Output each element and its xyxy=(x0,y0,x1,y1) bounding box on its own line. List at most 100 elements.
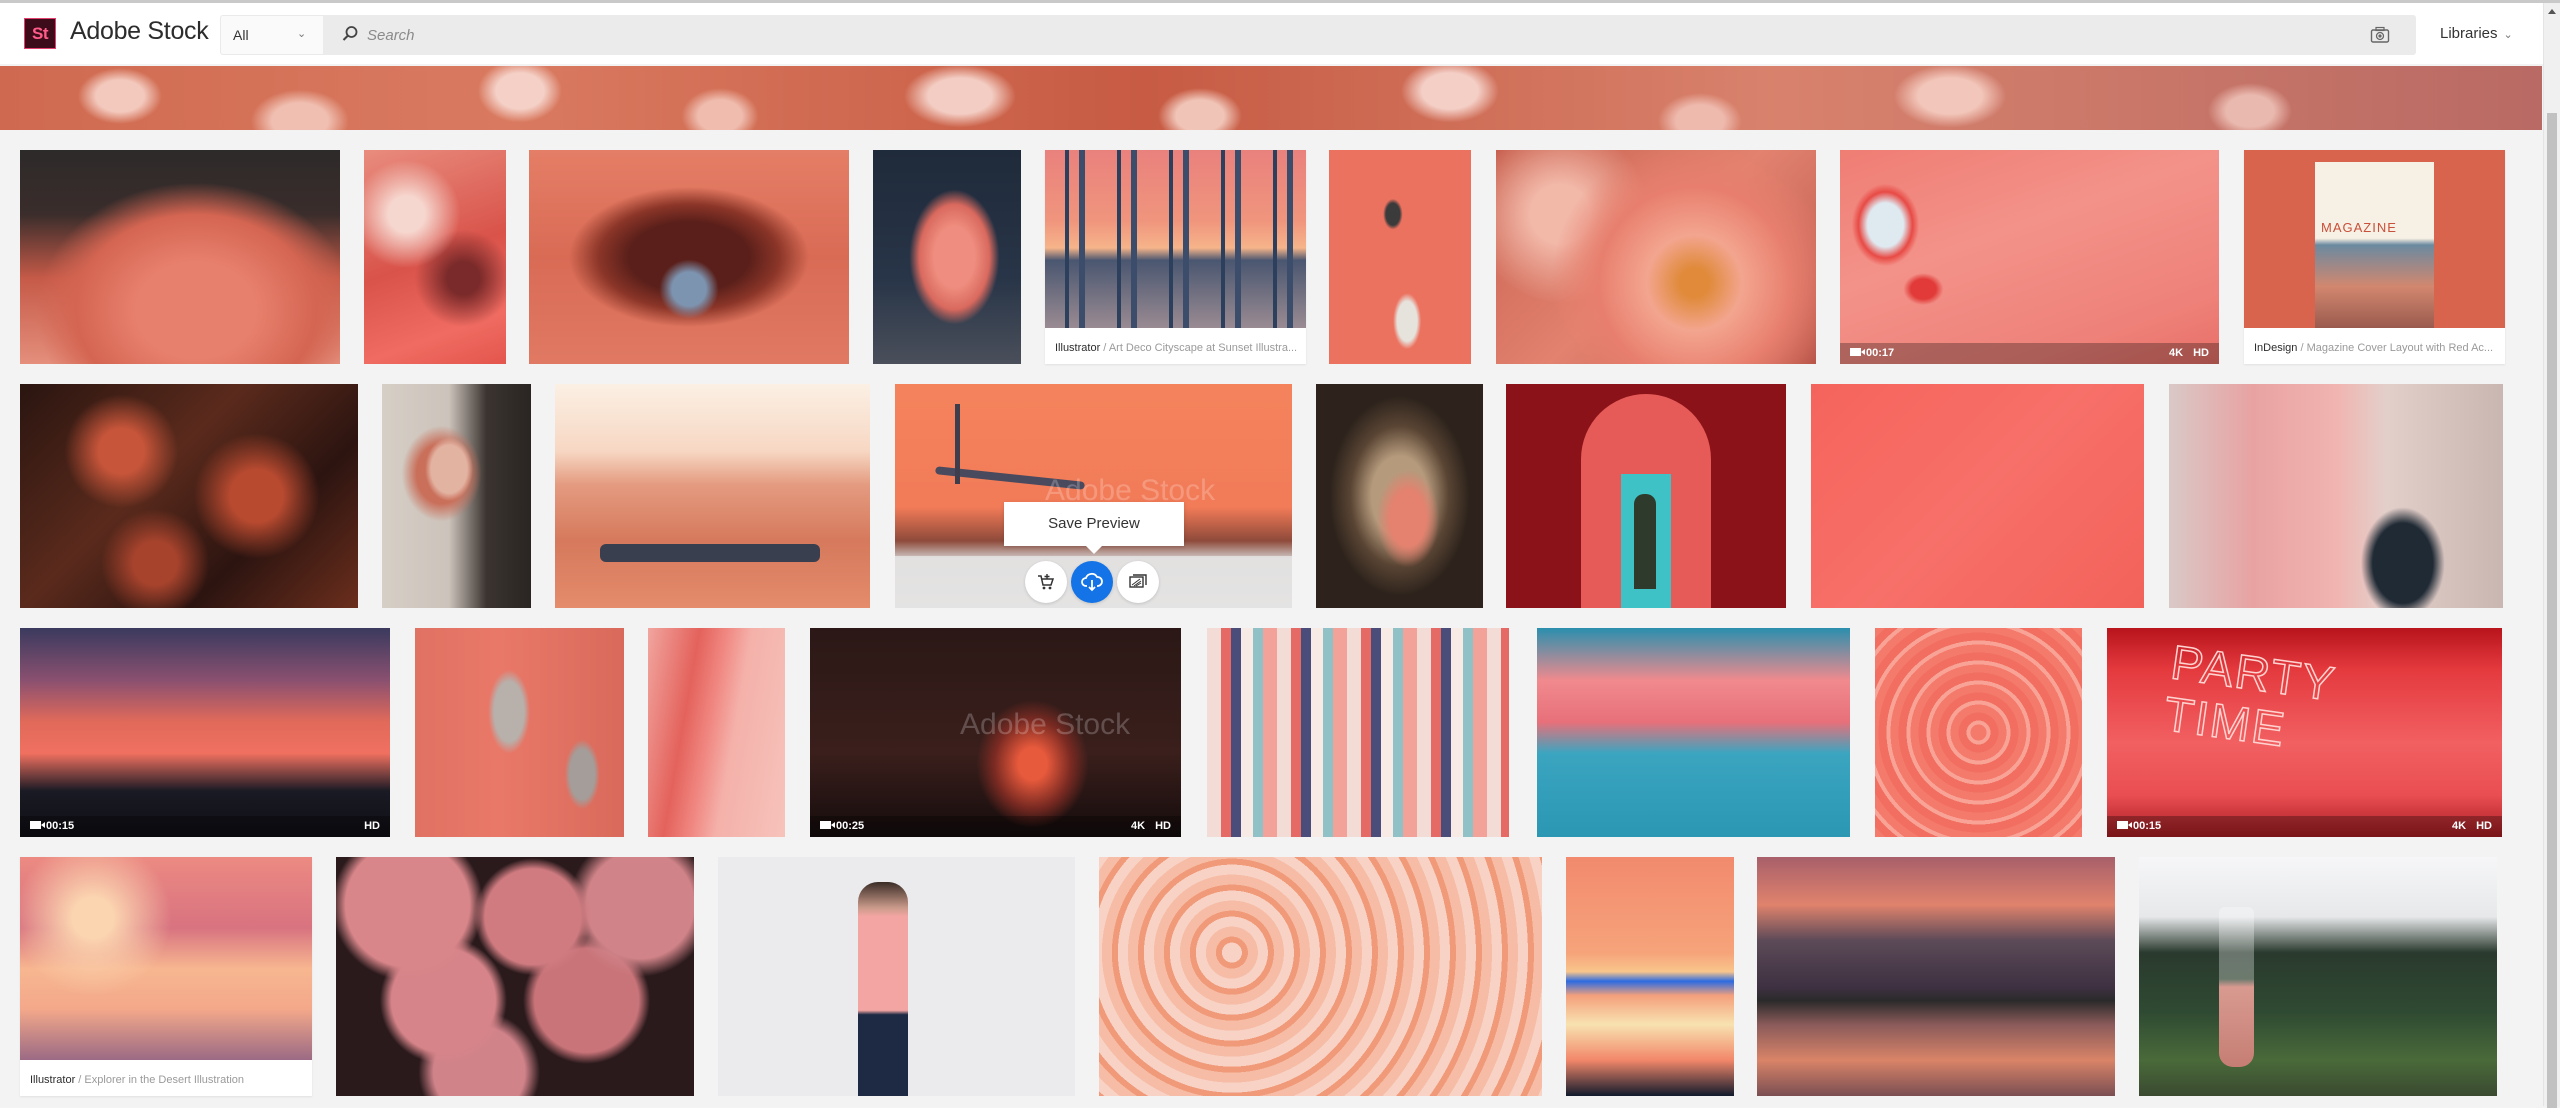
image-man-pink-shirt xyxy=(718,857,1075,1096)
image-tile-mandala-pattern[interactable] xyxy=(1875,628,2082,837)
image-sea-anemone xyxy=(1496,150,1816,364)
quality-badge: HD xyxy=(2193,347,2209,359)
caption-app: InDesign xyxy=(2254,342,2298,354)
image-tile-man-pink-shirt[interactable] xyxy=(718,857,1075,1096)
quality-badge: HD xyxy=(1155,820,1171,832)
caption-app: Illustrator xyxy=(30,1074,76,1086)
image-tile-flamingo[interactable] xyxy=(20,150,340,364)
airplane-tail xyxy=(955,404,960,484)
image-abstract-curve xyxy=(648,628,785,837)
image-tile-desert-camels[interactable] xyxy=(555,384,870,608)
camels-silhouette xyxy=(600,544,820,562)
cart-add-icon xyxy=(1038,574,1055,590)
image-caption: InDesign / Magazine Cover Layout with Re… xyxy=(2254,342,2494,354)
image-tile-red-canyon[interactable] xyxy=(529,150,849,364)
libraries-menu[interactable]: Libraries ⌄ xyxy=(2440,25,2513,42)
image-infrared-lake xyxy=(1537,628,1850,837)
scroll-up-arrow-icon[interactable] xyxy=(2548,9,2556,14)
adobe-stock-logo[interactable]: St xyxy=(24,18,56,49)
image-tile-magazine-cover[interactable]: MAGAZINE InDesign / Magazine Cover Layou… xyxy=(2244,150,2505,364)
image-man-with-radio xyxy=(1329,150,1471,364)
save-preview-button[interactable] xyxy=(1071,561,1113,603)
image-caption: Illustrator / Explorer in the Desert Ill… xyxy=(30,1074,244,1086)
man-figure xyxy=(858,882,908,1096)
image-tile-woman-portrait[interactable] xyxy=(382,384,531,608)
visual-search-camera-icon[interactable] xyxy=(2370,26,2390,44)
video-info-bar: 00:15 4K HD xyxy=(2107,816,2502,837)
image-tile-desert-illustration[interactable]: Illustrator / Explorer in the Desert Ill… xyxy=(20,857,312,1096)
quality-badge: HD xyxy=(2476,820,2492,832)
chevron-down-icon: ⌄ xyxy=(297,28,307,40)
image-woman-portrait xyxy=(382,384,531,608)
scrollbar-thumb[interactable] xyxy=(2547,113,2557,1108)
image-tile-infrared-lake[interactable] xyxy=(1537,628,1850,837)
caption-title: Magazine Cover Layout with Red Ac... xyxy=(2306,342,2494,354)
caption-title: Art Deco Cityscape at Sunset Illustra... xyxy=(1108,342,1298,354)
image-tile-woman-painting[interactable] xyxy=(1316,384,1483,608)
add-to-cart-button[interactable] xyxy=(1025,561,1067,603)
image-tile-tropical-illustration[interactable] xyxy=(1566,857,1734,1096)
video-info-bar: 00:25 4K HD xyxy=(810,816,1181,837)
libraries-label: Libraries xyxy=(2440,25,2498,42)
banner-image-salt-crystals xyxy=(0,66,2542,130)
vertical-scrollbar[interactable] xyxy=(2543,3,2560,1108)
top-bar: St Adobe Stock All ⌄ Libraries ⌄ xyxy=(0,3,2543,64)
image-tile-pink-salt-crystals[interactable] xyxy=(1099,857,1542,1096)
cloud-download-icon xyxy=(1081,572,1103,592)
image-tile-coral-texture[interactable] xyxy=(1811,384,2144,608)
video-camera-icon xyxy=(1850,348,1865,356)
image-abstract-illustration xyxy=(1207,628,1509,837)
image-tile-red-fluid-video[interactable]: 00:17 4K HD xyxy=(1840,150,2219,364)
image-coral-reef xyxy=(364,150,506,364)
search-input[interactable] xyxy=(367,15,2317,55)
find-similar-button[interactable] xyxy=(1117,561,1159,603)
image-tile-man-with-radio[interactable] xyxy=(1329,150,1471,364)
image-art-deco-cityscape xyxy=(1045,150,1306,328)
image-tile-power-lines-video[interactable]: 00:15 HD xyxy=(20,628,390,837)
wine-glass xyxy=(2219,907,2254,1067)
image-tile-peeling-paint[interactable] xyxy=(415,628,624,837)
image-party-time-neon: PARTY TIME xyxy=(2107,628,2502,837)
image-tile-roses[interactable] xyxy=(336,857,694,1096)
brand-name[interactable]: Adobe Stock xyxy=(70,17,209,46)
image-magazine-cover: MAGAZINE xyxy=(2244,150,2505,328)
search-scope-dropdown[interactable]: All ⌄ xyxy=(220,15,323,55)
image-tile-art-deco-cityscape[interactable]: Illustrator / Art Deco Cityscape at Suns… xyxy=(1045,150,1306,364)
quality-badge: HD xyxy=(364,820,380,832)
image-tile-pink-oyster-mushroom[interactable] xyxy=(873,150,1021,364)
quality-badge: 4K xyxy=(1131,820,1146,832)
image-tile-party-time-neon-video[interactable]: PARTY TIME 00:15 4K HD xyxy=(2107,628,2502,837)
image-tile-autumn-leaves[interactable] xyxy=(20,384,358,608)
image-tile-fireworks-video[interactable]: Adobe Stock 00:25 4K HD xyxy=(810,628,1181,837)
search-bar xyxy=(323,15,2416,55)
save-preview-tooltip: Save Preview xyxy=(1004,502,1184,554)
image-pink-oyster-mushroom xyxy=(873,150,1021,364)
image-tile-sea-anemone[interactable] xyxy=(1496,150,1816,364)
video-camera-icon xyxy=(820,821,835,829)
quality-badge: 4K xyxy=(2169,347,2184,359)
image-desert-illustration xyxy=(20,857,312,1060)
image-tile-rose-wine-glass[interactable] xyxy=(2139,857,2497,1096)
video-camera-icon xyxy=(2117,821,2132,829)
image-tile-coral-reef[interactable] xyxy=(364,150,506,364)
image-tile-abstract-illustration[interactable] xyxy=(1207,628,1509,837)
image-desert-camels xyxy=(555,384,870,608)
figure xyxy=(1634,494,1656,589)
image-peeling-paint xyxy=(415,628,624,837)
image-mandala-pattern xyxy=(1875,628,2082,837)
image-tile-mountain-lake-sunset[interactable] xyxy=(1757,857,2115,1096)
image-tile-abstract-curve[interactable] xyxy=(648,628,785,837)
image-flamingo xyxy=(20,150,340,364)
image-tile-pink-hair[interactable] xyxy=(2169,384,2503,608)
image-arched-doorway xyxy=(1506,384,1786,608)
quality-badge: 4K xyxy=(2452,820,2467,832)
image-woman-painting xyxy=(1316,384,1483,608)
chevron-down-icon: ⌄ xyxy=(2503,29,2513,41)
image-rose-wine-glass xyxy=(2139,857,2497,1096)
image-pink-hair xyxy=(2169,384,2503,608)
image-autumn-leaves xyxy=(20,384,358,608)
video-info-bar: 00:17 4K HD xyxy=(1840,343,2219,364)
image-red-canyon xyxy=(529,150,849,364)
video-duration: 00:15 xyxy=(46,820,75,832)
image-tile-arched-doorway[interactable] xyxy=(1506,384,1786,608)
